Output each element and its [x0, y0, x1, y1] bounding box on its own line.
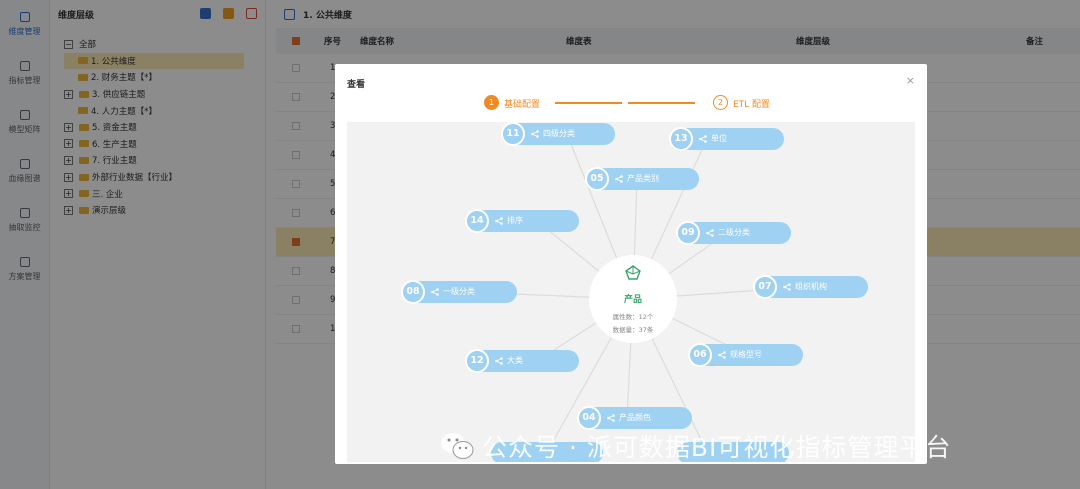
graph-node[interactable]: 04 产品颜色	[577, 406, 692, 430]
share-icon	[607, 414, 615, 422]
node-number: 14	[465, 209, 489, 233]
center-node-name: 产品	[623, 295, 642, 305]
share-icon	[706, 229, 714, 237]
node-label: 产品颜色	[619, 413, 651, 422]
share-icon	[783, 283, 791, 291]
wechat-icon	[441, 433, 474, 459]
node-number: 09	[676, 221, 700, 245]
share-icon	[495, 217, 503, 225]
view-dialog: 查看 × 1 基础配置 2 ETL 配置 产品 属性数：12个 数据量：37条 …	[335, 64, 927, 464]
graph-node[interactable]: 13 单位	[669, 127, 784, 151]
node-label: 单位	[711, 134, 727, 143]
node-label: 大类	[507, 356, 523, 365]
step-number: 2	[713, 95, 728, 110]
step-label: ETL 配置	[733, 100, 771, 110]
graph-node[interactable]: 12 大类	[465, 349, 579, 373]
close-icon[interactable]: ×	[906, 74, 915, 87]
attribute-count: 属性数：12个	[612, 313, 654, 321]
watermark: 公众号 · 派可数据BI可视化指标管理平台	[440, 428, 951, 464]
node-number: 05	[585, 167, 609, 191]
product-icon	[625, 265, 641, 280]
center-entity-node[interactable]: 产品 属性数：12个 数据量：37条	[589, 255, 677, 343]
step-connector	[555, 102, 622, 104]
node-label: 产品类别	[627, 174, 659, 183]
node-label: 规格型号	[730, 350, 762, 359]
graph-node[interactable]: 05 产品类别	[585, 167, 699, 191]
dialog-title: 查看	[347, 80, 366, 90]
node-number: 08	[401, 280, 425, 304]
graph-node[interactable]: 14 排序	[465, 209, 579, 233]
share-icon	[495, 357, 503, 365]
node-number: 12	[465, 349, 489, 373]
node-number: 07	[753, 275, 777, 299]
data-count: 数据量：37条	[612, 326, 654, 334]
share-icon	[531, 130, 539, 138]
node-number: 13	[669, 127, 693, 151]
graph-node[interactable]: 09 二级分类	[676, 221, 791, 245]
node-number: 06	[688, 343, 712, 367]
node-label: 排序	[507, 216, 523, 225]
step-label: 基础配置	[504, 100, 541, 110]
node-number: 04	[577, 406, 601, 430]
graph-node[interactable]: 07 组织机构	[753, 275, 868, 299]
step-number: 1	[484, 95, 499, 110]
share-icon	[699, 135, 707, 143]
share-icon	[718, 351, 726, 359]
graph-node[interactable]: 08 一级分类	[401, 280, 517, 304]
share-icon	[615, 175, 623, 183]
node-number: 11	[501, 122, 525, 146]
step-indicator: 1 基础配置 2 ETL 配置	[335, 95, 927, 113]
node-label: 一级分类	[443, 287, 475, 296]
node-label: 组织机构	[795, 282, 827, 291]
graph-node[interactable]: 11 四级分类	[501, 122, 615, 146]
node-label: 四级分类	[543, 129, 575, 138]
graph-node[interactable]: 06 规格型号	[688, 343, 803, 367]
share-icon	[431, 288, 439, 296]
watermark-text: 公众号 · 派可数据BI可视化指标管理平台	[482, 433, 952, 462]
node-label: 二级分类	[718, 228, 750, 237]
relationship-graph: 产品 属性数：12个 数据量：37条 11 四级分类 13 单位 05 产品类别 14…	[347, 122, 915, 462]
step-connector	[628, 102, 695, 104]
